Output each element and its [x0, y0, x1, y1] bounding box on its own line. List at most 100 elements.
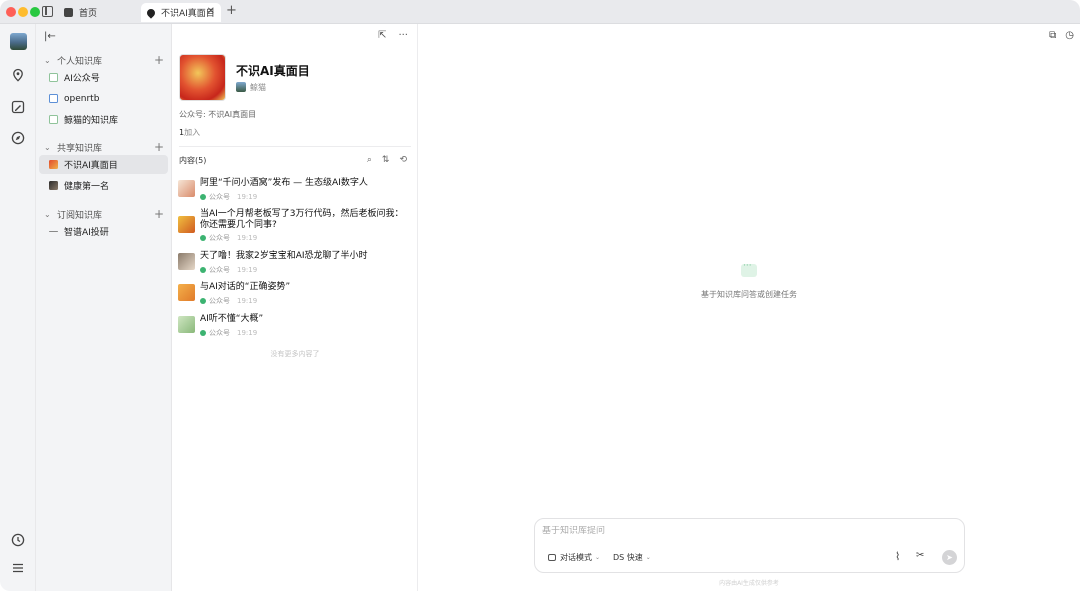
section-personal-kb[interactable]: ⌄ 个人知识库 + — [36, 51, 172, 69]
collapse-sidebar-icon[interactable]: |← — [44, 31, 56, 42]
sidebar-item-label: AI公众号 — [64, 74, 100, 84]
tools-icon[interactable]: ✂ — [916, 550, 924, 561]
mode-label: 对话模式 — [560, 552, 592, 562]
chat-panel-actions: ⧉ ◷ — [1049, 30, 1074, 41]
chevron-down-icon: ⌄ — [44, 209, 51, 219]
kb-cover-icon — [49, 160, 58, 169]
model-label: DS 快速 — [613, 552, 643, 562]
article-meta: 公众号 19:19 — [200, 265, 257, 275]
knowledge-sidebar: |← ⌄ 个人知识库 + AI公众号 openrtb 鲸猫的知识库 ⌄ 共享知识… — [36, 24, 172, 591]
section-title: 个人知识库 — [57, 56, 103, 67]
section-shared-kb[interactable]: ⌄ 共享知识库 + — [36, 138, 172, 156]
edit-doc-icon[interactable] — [11, 100, 25, 114]
article-thumbnail — [178, 180, 195, 197]
app-window: 首页 不识AI真面目 ✕ + |← ⌄ 个人知识库 + AI公众号 openrt… — [0, 0, 1080, 591]
article-meta: 公众号 19:19 — [200, 192, 257, 202]
article-title: AI听不懂“大概” — [200, 314, 264, 324]
sidebar-item-openrtb[interactable]: openrtb — [39, 89, 168, 108]
empty-state-text: 基于知识库问答或创建任务 — [701, 290, 797, 299]
add-kb-icon[interactable]: + — [154, 53, 164, 67]
article-title: 与AI对话的“正确姿势” — [200, 282, 291, 292]
no-more-text: 没有更多内容了 — [270, 350, 320, 358]
minimize-window-button[interactable] — [18, 7, 28, 17]
tab-knowledge-base[interactable]: 不识AI真面目 ✕ — [141, 3, 221, 22]
close-tab-icon[interactable]: ✕ — [207, 6, 215, 17]
sidebar-item-label: 健康第一名 — [64, 182, 110, 192]
add-kb-icon[interactable]: + — [154, 207, 164, 221]
owner-avatar — [236, 82, 246, 92]
article-title: 阿里“千问小酒窝”发布 — 生态级AI数字人 — [200, 178, 368, 188]
article-meta: 公众号 19:19 — [200, 233, 257, 243]
refresh-icon[interactable]: ⟲ — [399, 155, 407, 165]
book-icon — [64, 8, 73, 17]
more-icon[interactable]: ··· — [398, 30, 408, 41]
article-title: 当AI一个月帮老板写了3万行代码，然后老板问我：你还需要几个同事? — [200, 209, 404, 230]
sheet-icon — [49, 73, 58, 82]
sidebar-item-jingmao-kb[interactable]: 鲸猫的知识库 — [39, 110, 168, 129]
article-time: 19:19 — [237, 266, 258, 274]
wechat-icon — [200, 194, 206, 200]
article-thumbnail — [178, 284, 195, 301]
chat-bubble-icon — [741, 261, 757, 277]
close-window-button[interactable] — [6, 7, 16, 17]
sheet-icon — [49, 115, 58, 124]
kb-title: 不识AI真面目 — [236, 64, 310, 78]
chevron-down-icon: ⌄ — [44, 55, 51, 65]
new-tab-button[interactable]: + — [226, 3, 237, 18]
ai-disclaimer: 内容由AI生成仅供参考 — [719, 580, 779, 587]
article-source: 公众号 — [209, 193, 230, 201]
chat-icon — [548, 553, 556, 561]
sort-icon[interactable]: ⇅ — [382, 155, 390, 165]
share-icon[interactable]: ⇱ — [378, 30, 386, 41]
article-thumbnail — [178, 253, 195, 270]
section-subscribed-kb[interactable]: ⌄ 订阅知识库 + — [36, 205, 172, 223]
mode-select[interactable]: 对话模式 ⌄ — [543, 549, 605, 565]
location-icon[interactable] — [11, 68, 25, 82]
menu-icon[interactable] — [11, 561, 25, 575]
article-time: 19:19 — [237, 297, 258, 305]
wechat-icon — [200, 267, 206, 273]
sidebar-item-label: 不识AI真面目 — [64, 161, 118, 171]
clock-icon[interactable]: ◷ — [1065, 30, 1074, 41]
sidebar-item-label: 智谱AI投研 — [64, 228, 109, 238]
article-thumbnail — [178, 216, 195, 233]
attachment-icon[interactable]: ⌇ — [895, 550, 900, 563]
content-header: 内容(5) — [179, 156, 207, 165]
dash-icon — [49, 231, 58, 232]
toggle-sidebar-icon[interactable] — [42, 6, 53, 17]
wechat-icon — [200, 330, 206, 336]
chat-composer: 对话模式 ⌄ DS 快速 ⌄ ⌇ ✂ ➤ — [534, 518, 965, 573]
wechat-icon — [200, 298, 206, 304]
tab-home[interactable]: 首页 — [62, 3, 140, 22]
sidebar-item-label: 鲸猫的知识库 — [64, 116, 119, 126]
joined-label: 加入 — [184, 128, 201, 137]
article-meta: 公众号 19:19 — [200, 296, 257, 306]
panel-actions: ⇱ ··· — [378, 30, 408, 41]
model-select[interactable]: DS 快速 ⌄ — [608, 549, 656, 565]
compass-icon[interactable] — [11, 131, 25, 145]
search-icon[interactable]: ⌕ — [367, 155, 372, 165]
chat-input[interactable] — [542, 526, 942, 536]
sidebar-item-ai-gzh[interactable]: AI公众号 — [39, 68, 168, 87]
article-title: 天了噜！我家2岁宝宝和AI恐龙聊了半小时 — [200, 251, 368, 261]
history-icon[interactable] — [11, 533, 25, 547]
maximize-window-button[interactable] — [30, 7, 40, 17]
wechat-icon — [200, 235, 206, 241]
add-kb-icon[interactable]: + — [154, 140, 164, 154]
send-button[interactable]: ➤ — [942, 550, 957, 565]
article-time: 19:19 — [237, 234, 258, 242]
new-chat-icon[interactable]: ⧉ — [1049, 30, 1056, 41]
article-source: 公众号 — [209, 297, 230, 305]
article-time: 19:19 — [237, 329, 258, 337]
kb-owner: 鲸猫 — [250, 83, 266, 92]
sidebar-item-buzhi-ai[interactable]: 不识AI真面目 — [39, 155, 168, 174]
kb-description: 公众号: 不识AI真面目 — [179, 110, 257, 119]
avatar[interactable] — [10, 33, 27, 50]
chevron-down-icon: ⌄ — [595, 553, 601, 561]
nav-rail — [0, 24, 36, 591]
sidebar-item-health[interactable]: 健康第一名 — [39, 176, 168, 195]
pin-icon — [145, 6, 157, 19]
sidebar-item-zhipu[interactable]: 智谱AI投研 — [39, 222, 168, 241]
kb-joined: 1加入 — [179, 127, 200, 138]
divider — [179, 146, 411, 147]
